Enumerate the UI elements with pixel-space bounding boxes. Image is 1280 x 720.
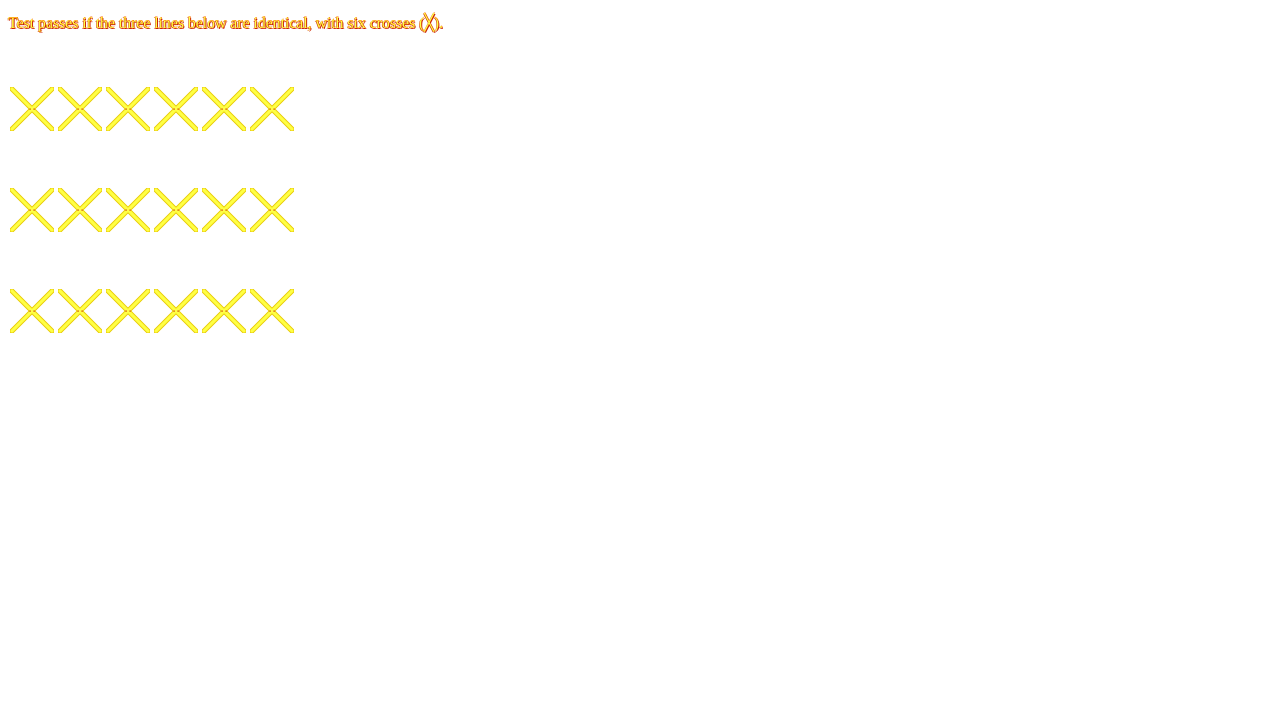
cross-glyph [10, 289, 54, 333]
cross-glyph [154, 87, 198, 131]
cross-row-3 [10, 289, 294, 333]
cross-glyph [154, 188, 198, 232]
cross-glyph [202, 87, 246, 131]
cross-row-1 [10, 87, 294, 131]
cross-glyph [250, 87, 294, 131]
cross-glyph [10, 188, 54, 232]
cross-glyph [58, 188, 102, 232]
cross-glyph [10, 87, 54, 131]
test-instructions: Test passes if the three lines below are… [8, 15, 443, 32]
cross-glyph [250, 289, 294, 333]
cross-glyph [58, 289, 102, 333]
cross-glyph [106, 188, 150, 232]
cross-glyph [202, 289, 246, 333]
cross-glyph [202, 188, 246, 232]
cross-glyph [154, 289, 198, 333]
cross-row-2 [10, 188, 294, 232]
cross-glyph [106, 87, 150, 131]
cross-glyph [106, 289, 150, 333]
cross-glyph [250, 188, 294, 232]
cross-glyph [58, 87, 102, 131]
